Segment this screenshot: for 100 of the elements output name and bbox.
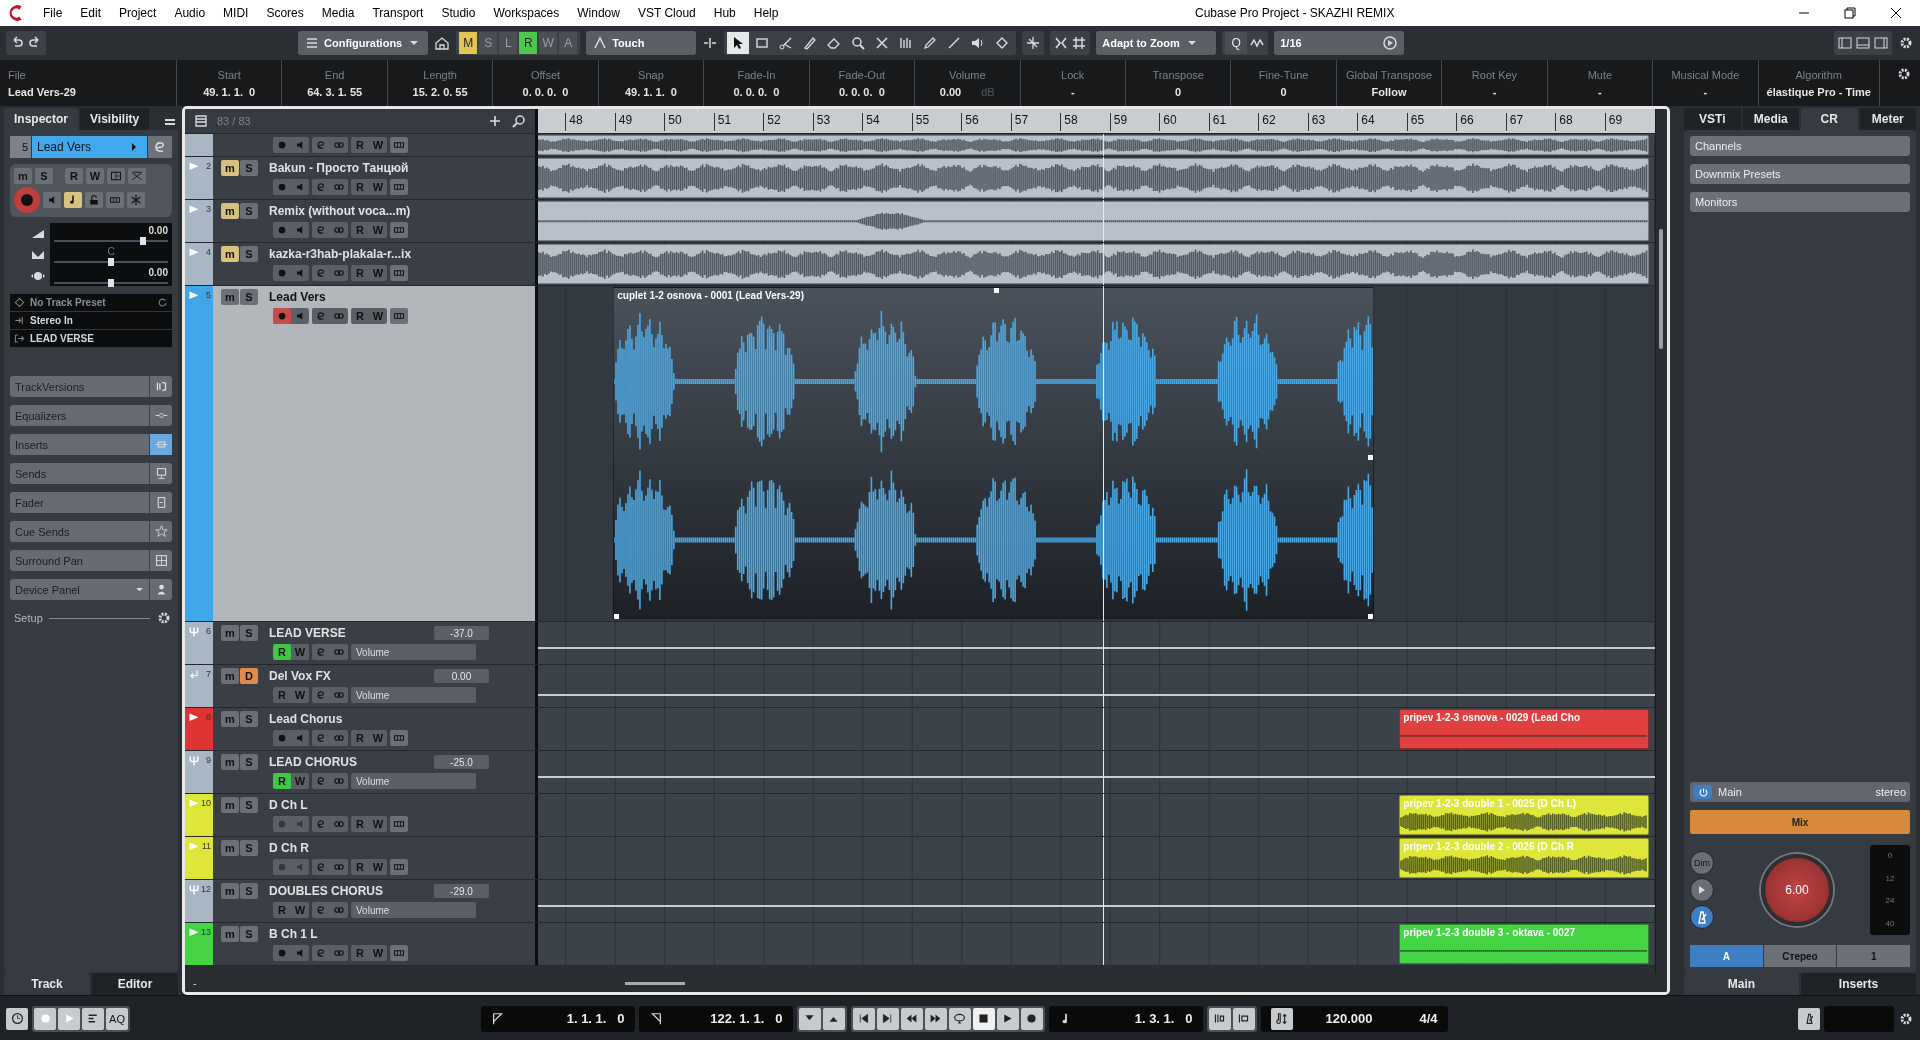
menu-item[interactable]: Workspaces <box>484 6 569 20</box>
menu-item[interactable]: Window <box>568 6 629 20</box>
record-button[interactable] <box>1020 1007 1043 1030</box>
time-display-button[interactable] <box>6 1007 28 1030</box>
mute-button[interactable]: m <box>221 840 239 856</box>
mute-button[interactable]: m <box>221 160 239 176</box>
mute-button[interactable]: m <box>221 926 239 942</box>
read-button[interactable]: R <box>351 179 369 195</box>
output-routing-field[interactable]: LEAD VERSE <box>10 330 172 348</box>
time-signature[interactable]: 4/4 <box>1382 1011 1438 1026</box>
audio-event[interactable]: cuplet 1-2 osnova - 0001 (Lead Vers-29) <box>613 287 1374 620</box>
vertical-scrollbar[interactable] <box>1655 109 1667 974</box>
solo-button[interactable]: S <box>240 926 258 942</box>
auto-quantize-button[interactable]: AQ <box>106 1007 128 1030</box>
track-header[interactable]: 9 m S LEAD CHORUS -25.0 R W Volume <box>185 751 535 793</box>
mute-button[interactable]: m <box>221 754 239 770</box>
menu-item[interactable]: Project <box>110 6 166 20</box>
info-value[interactable]: 0 <box>1175 85 1182 98</box>
read-button[interactable]: R <box>351 945 369 961</box>
volume-knob[interactable]: 6.00 <box>1761 853 1833 926</box>
automation-line[interactable] <box>538 647 1655 650</box>
mute-button[interactable]: m <box>221 711 239 727</box>
automation-mode-button[interactable]: L <box>499 32 518 54</box>
mute-button[interactable]: m <box>221 883 239 899</box>
range-icon[interactable] <box>754 35 771 51</box>
audio-event[interactable] <box>538 158 1650 198</box>
write-button[interactable]: W <box>86 168 104 184</box>
mix-button[interactable]: Mix <box>1690 810 1910 834</box>
play-mode-button[interactable] <box>58 1007 80 1030</box>
track-header[interactable]: 12 m S DOUBLES CHORUS -29.0 R W Volume <box>185 880 535 922</box>
track-name-field[interactable]: Lead Vers <box>32 136 147 158</box>
write-button[interactable]: W <box>291 773 309 789</box>
horizontal-scrollbar[interactable] <box>624 981 685 985</box>
timeline-ruler[interactable]: 48 49 50 51 52 53 54 55 56 57 58 59 60 61 62 63 64 65 66 67 68 69 <box>535 109 1655 133</box>
tempo-value[interactable]: 120.000 <box>1302 1011 1373 1026</box>
monitor-set-button[interactable]: A <box>1690 945 1763 967</box>
input-routing-field[interactable]: Stereo In <box>10 312 172 330</box>
resize-handle[interactable] <box>1367 614 1373 619</box>
read-button[interactable]: R <box>273 773 291 789</box>
info-value[interactable]: 0 <box>1280 85 1287 98</box>
automation-mode-dropdown[interactable]: Touch <box>586 31 697 55</box>
info-value[interactable]: 15. 2. 0. 55 <box>412 85 468 98</box>
automation-line[interactable] <box>538 694 1655 697</box>
audio-event[interactable] <box>538 201 1650 241</box>
section-header[interactable]: Channels <box>1690 136 1910 156</box>
zone-tab[interactable]: Editor <box>92 973 178 995</box>
write-button[interactable]: W <box>369 945 387 961</box>
info-value[interactable]: 64. 3. 1. 55 <box>307 85 363 98</box>
write-button[interactable]: W <box>369 816 387 832</box>
inspector-section[interactable]: Equalizers <box>10 405 172 426</box>
info-value[interactable]: élastique Pro - Time <box>1766 85 1871 98</box>
section-header[interactable]: Monitors <box>1690 192 1910 212</box>
read-button[interactable]: R <box>351 137 369 153</box>
info-value[interactable]: - <box>1703 85 1708 98</box>
volume-value[interactable]: -25.0 <box>434 755 489 769</box>
solo-button[interactable]: S <box>35 168 53 184</box>
menu-item[interactable]: File <box>34 6 72 20</box>
metronome-button[interactable] <box>1690 904 1714 929</box>
info-value[interactable]: Lead Vers-29 <box>8 85 76 98</box>
solo-button[interactable]: S <box>240 883 258 899</box>
right-locator-display[interactable]: 122. 1. 1. 0 <box>638 1005 793 1032</box>
inspector-section[interactable]: Fader <box>10 492 172 513</box>
stop-button[interactable] <box>972 1007 995 1030</box>
restore-icon[interactable] <box>1842 5 1858 21</box>
position-display[interactable]: 1. 3. 1. 0 <box>1048 1005 1203 1032</box>
write-button[interactable]: W <box>369 179 387 195</box>
read-button[interactable]: R <box>273 902 291 918</box>
inspector-section[interactable]: Cue Sends <box>10 521 172 542</box>
automation-parameter-field[interactable]: Volume <box>351 773 476 789</box>
write-button[interactable]: W <box>291 902 309 918</box>
info-value[interactable]: - <box>1598 85 1602 98</box>
pan-slider-thumb[interactable] <box>108 258 114 266</box>
punch-in-button[interactable] <box>798 1007 821 1030</box>
audio-event[interactable] <box>538 244 1650 284</box>
listen-button[interactable] <box>1690 877 1714 902</box>
resize-handle[interactable] <box>1367 454 1373 460</box>
zone-tab[interactable]: Main <box>1684 973 1799 995</box>
left-locator-display[interactable]: 1. 1. 1. 0 <box>480 1005 635 1032</box>
automation-parameter-field[interactable]: Volume <box>351 644 476 660</box>
write-button[interactable]: W <box>291 644 309 660</box>
snap-icon[interactable] <box>1025 35 1042 51</box>
volume-value[interactable]: -29.0 <box>434 884 489 898</box>
zone-tab[interactable]: Media <box>1742 108 1799 130</box>
cycle-button[interactable] <box>948 1007 971 1030</box>
mute-button[interactable]: m <box>14 168 32 184</box>
monitor-set-button[interactable]: Стерео <box>1763 945 1837 967</box>
menu-item[interactable]: VST Cloud <box>628 6 705 20</box>
mute-button[interactable]: m <box>221 203 239 219</box>
snap-type-dropdown[interactable]: Adapt to Zoom <box>1096 31 1217 55</box>
automation-mode-button[interactable]: A <box>559 32 578 54</box>
write-button[interactable]: W <box>369 137 387 153</box>
menu-item[interactable]: Edit <box>71 6 111 20</box>
write-button[interactable]: W <box>291 687 309 703</box>
menu-item[interactable]: Audio <box>165 6 215 20</box>
lower-zone-icon[interactable] <box>1855 35 1871 51</box>
settings-icon[interactable] <box>1898 35 1914 51</box>
info-value[interactable]: 49. 1. 1. 0 <box>203 85 256 98</box>
write-button[interactable]: W <box>369 265 387 281</box>
read-button[interactable]: R <box>273 687 291 703</box>
line-icon[interactable] <box>946 35 963 51</box>
